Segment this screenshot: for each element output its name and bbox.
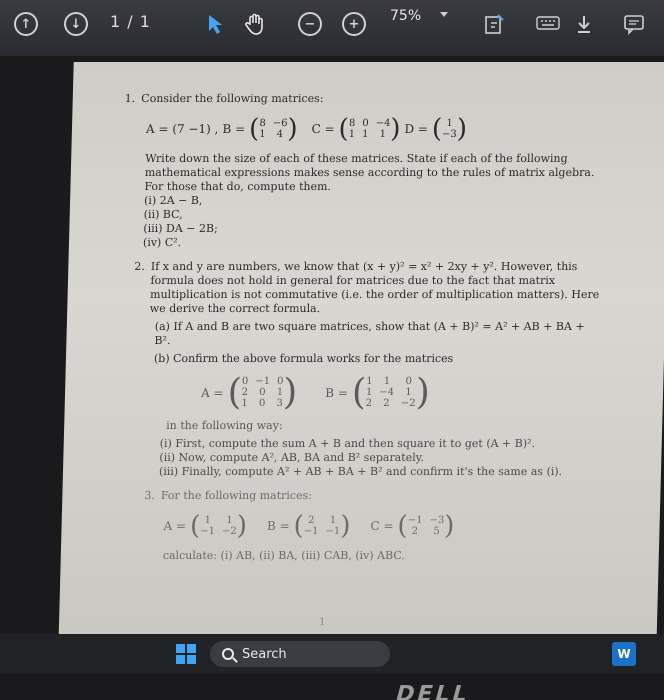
matrix-b: ( 8 −6 14 ) [248, 114, 298, 144]
page-number: 1 [318, 617, 326, 628]
list-item: (iii) DA − 2B; [143, 222, 218, 235]
question-number: 1. [124, 92, 136, 105]
matrix-a-label: A = [163, 519, 187, 533]
q1-matrices: A = (7 −1) , B = ( 8 −6 14 ) C = ( 8 0 −4 1… [145, 114, 605, 144]
word-app-icon[interactable]: W [612, 642, 636, 666]
search-label: Search [242, 646, 287, 662]
zoom-level[interactable]: 75% [390, 8, 421, 24]
windows-taskbar: Search W [0, 634, 664, 674]
question-3: 3. For the following matrices: A = ( 11 … [143, 489, 595, 563]
select-arrow-icon[interactable] [200, 8, 232, 40]
dell-logo: DELL [392, 682, 473, 700]
list-item: (ii) BC, [143, 208, 183, 221]
matrix-c-label: C = [311, 122, 335, 136]
pdf-toolbar: ↑ ↓ 1 / 1 − + 75% [0, 0, 664, 56]
matrix-d: ( 1 −3 ) [431, 114, 468, 144]
document-content: 1. Consider the following matrices: A = … [112, 92, 605, 573]
q2-matrices: A = ( 0 −1 0 201 103 ) B = ( 110 1 −4 1 2 2 −2… [200, 371, 598, 413]
taskbar-search[interactable]: Search [210, 641, 390, 667]
matrix-c: ( −1 −3 25 ) [397, 511, 455, 541]
hand-pan-icon[interactable] [240, 8, 272, 40]
matrix-a-label: A = (7 −1) , [145, 122, 219, 136]
q2-part-b: (b) Confirm the above formula works for … [153, 352, 454, 365]
zoom-in-icon[interactable]: + [338, 8, 370, 40]
question-text: If x and y are numbers, we know that (x … [149, 260, 600, 315]
page-counter: 1 / 1 [110, 12, 151, 31]
comment-icon[interactable] [618, 8, 650, 40]
question-intro: Consider the following matrices: [141, 92, 324, 105]
matrix-a: ( 0 −1 0 201 103 ) [227, 371, 298, 413]
keyboard-icon[interactable] [532, 8, 564, 40]
q2-part-a: (a) If A and B are two square matrices, … [154, 320, 585, 347]
list-item: (i) 2A − B, [143, 194, 203, 207]
q1-items: (i) 2A − B, (ii) BC, (iii) DA − 2B; (iv)… [121, 194, 602, 250]
matrix-c-label: C = [370, 519, 394, 533]
chevron-down-icon[interactable] [440, 12, 448, 17]
download-icon[interactable] [568, 8, 600, 40]
matrix-b-label: B = [325, 385, 349, 400]
q1-instructions: Write down the size of each of these mat… [144, 152, 595, 193]
zoom-out-icon[interactable]: − [294, 8, 326, 40]
matrix-b: ( 21 −1 −1 ) [293, 511, 351, 541]
page-up-icon[interactable]: ↑ [10, 8, 42, 40]
matrix-b: ( 110 1 −4 1 2 2 −2 ) [351, 371, 431, 413]
matrix-c: ( 8 0 −4 111 ) [338, 114, 401, 144]
list-item: (iv) C². [142, 236, 182, 249]
q3-calculate: calculate: (i) AB, (ii) BA, (iii) CAB, (… [162, 549, 406, 562]
windows-start-icon[interactable] [176, 644, 196, 664]
question-1: 1. Consider the following matrices: A = … [121, 92, 605, 250]
search-icon [222, 648, 234, 660]
question-number: 2. [134, 260, 146, 273]
pdf-page: 1. Consider the following matrices: A = … [58, 62, 664, 652]
matrix-a-label: A = [200, 385, 224, 400]
fit-page-icon[interactable] [478, 8, 510, 40]
question-number: 3. [144, 489, 156, 502]
q2-steps: (i) First, compute the sum A + B and the… [129, 437, 596, 479]
matrix-b-label: B = [266, 519, 290, 533]
list-item: (ii) Now, compute A², AB, BA and B² sepa… [159, 451, 425, 464]
matrix-b-label: B = [222, 122, 246, 136]
matrix-a: ( 11 −1 −2 ) [189, 511, 248, 541]
question-2: 2. If x and y are numbers, we know that … [129, 260, 601, 479]
page-down-icon[interactable]: ↓ [60, 8, 92, 40]
list-item: (iii) Finally, compute A² + AB + BA + B²… [158, 465, 563, 478]
question-intro: For the following matrices: [160, 489, 313, 502]
list-item: (i) First, compute the sum A + B and the… [159, 437, 536, 450]
q3-matrices: A = ( 11 −1 −2 ) B = ( 21 −1 −1 ) C = ( −1… [163, 511, 594, 541]
q2-following: in the following way: [166, 419, 283, 432]
matrix-d-label: D = [404, 122, 429, 136]
